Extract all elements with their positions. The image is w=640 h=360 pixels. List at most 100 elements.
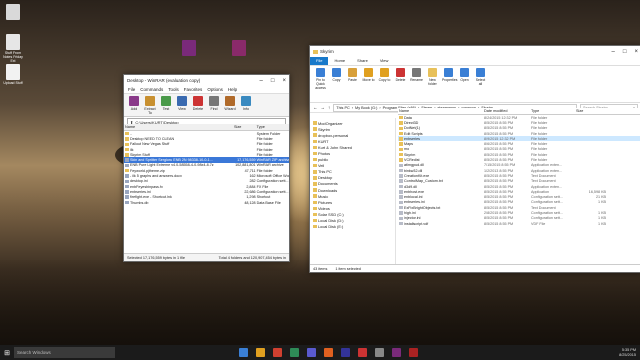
minimize-button[interactable]: –: [612, 49, 615, 55]
start-button[interactable]: ⊞: [0, 345, 14, 360]
toolbar-button[interactable]: Delete: [191, 95, 205, 115]
menu-item[interactable]: Commands: [140, 87, 163, 92]
ribbon-button[interactable]: Select all: [474, 68, 487, 100]
taskbar-app-icon[interactable]: [341, 348, 350, 357]
desktop-icon[interactable]: [178, 40, 200, 57]
table-row[interactable]: Fallout New Vegas Stuff File folder: [124, 142, 289, 147]
table-row[interactable]: enblocal.ini 8/5/2015 8:55 PM Configuratio…: [398, 194, 640, 199]
forward-icon[interactable]: →: [321, 105, 326, 110]
winrar-column-header: Name Size Type: [124, 124, 289, 131]
ribbon-button[interactable]: Paste: [346, 68, 359, 100]
ribbon-button[interactable]: Copy to: [378, 68, 391, 100]
ribbon-button[interactable]: Copy: [330, 68, 343, 100]
ribbon-tab[interactable]: View: [374, 57, 395, 65]
winrar-window[interactable]: Desktop - WinRAR (evaluation copy) – □ ×…: [123, 74, 290, 262]
taskbar-app-icon[interactable]: [392, 348, 401, 357]
menu-item[interactable]: Options: [207, 87, 223, 92]
explorer-window[interactable]: Skyrim – □ × File Home Share View Pin to Qu…: [309, 45, 640, 273]
toolbar-button[interactable]: Info: [239, 95, 253, 115]
taskbar-app-icon[interactable]: [409, 348, 418, 357]
column-type[interactable]: Type: [256, 125, 289, 129]
ribbon-button[interactable]: Pin to Quick access: [314, 68, 327, 100]
table-row[interactable]: injector.ini 8/5/2015 8:55 PM Configuratio…: [398, 216, 640, 221]
row-type: WinRAR archive: [256, 163, 284, 168]
ribbon-button[interactable]: Open: [458, 68, 471, 100]
column-size[interactable]: Size: [233, 125, 256, 129]
table-row[interactable]: Skin and Spritter Sergioru ENB 2N 98338-…: [124, 157, 289, 163]
taskbar-app-icon[interactable]: [375, 348, 384, 357]
row-type: FX File: [256, 184, 269, 189]
menu-item[interactable]: Help: [228, 87, 237, 92]
ribbon-tab[interactable]: Home: [328, 57, 351, 65]
clock[interactable]: 5:35 PM 8/25/2015: [619, 348, 636, 357]
navigation-pane[interactable]: ModOrganizer Skyrim dropbox-personal KURT Ku…: [310, 118, 396, 265]
desktop-icon[interactable]: [2, 4, 24, 21]
column-type[interactable]: Type: [530, 109, 575, 113]
table-row[interactable]: firefight.exe - Shortcut.lnk 1,298 Shortcu…: [124, 195, 289, 200]
table-row[interactable]: enbhost.exe 8/5/2015 8:55 PM Application 16…: [398, 189, 640, 194]
taskbar-app-icon[interactable]: [358, 348, 367, 357]
table-row[interactable]: installscript.vdf 8/5/2015 8:55 PM VDF Fil…: [398, 221, 640, 226]
explorer-titlebar[interactable]: Skyrim – □ ×: [310, 46, 640, 57]
taskbar-app-icon[interactable]: [239, 348, 248, 357]
column-name[interactable]: Name: [124, 125, 233, 129]
taskbar-search[interactable]: Search Windows: [14, 347, 115, 358]
table-row[interactable]: enbseries.ini 22,686 Configuration sett...: [124, 189, 289, 194]
table-row[interactable]: Feyworld.pjtheme.zip 47,711 File folder: [124, 168, 289, 173]
explorer-file-list[interactable]: Name Date modified Type Size Data 8/24/20…: [398, 108, 640, 265]
menu-item[interactable]: File: [128, 87, 135, 92]
up-icon[interactable]: ↑: [328, 105, 330, 110]
table-row[interactable]: high.ini 2/8/2015 8:55 PM Configuration se…: [398, 210, 640, 215]
toolbar-button[interactable]: Extract To: [143, 95, 157, 115]
ribbon-tab[interactable]: Share: [351, 57, 374, 65]
table-row[interactable]: - ilk 5 graphs and answers.docx 162 Micros…: [124, 173, 289, 178]
ribbon-tab[interactable]: File: [310, 57, 329, 65]
ribbon-button[interactable]: Properties: [442, 68, 457, 100]
taskbar-app-icon[interactable]: [273, 348, 282, 357]
ribbon-button[interactable]: Move to: [362, 68, 375, 100]
row-size: 1,298: [246, 195, 256, 200]
ribbon-button[interactable]: Delete: [394, 68, 407, 100]
taskbar-app-icon[interactable]: [324, 348, 333, 357]
close-button[interactable]: ×: [634, 49, 638, 55]
table-row[interactable]: .. System Folder: [124, 131, 289, 136]
taskbar-app-icon[interactable]: [290, 348, 299, 357]
toolbar-button[interactable]: Add: [127, 95, 141, 115]
nav-item[interactable]: Local Disk (E:): [310, 224, 395, 230]
table-row[interactable]: enbseries.ini 8/5/2015 8:55 PM Configurati…: [398, 200, 640, 205]
maximize-button[interactable]: □: [271, 78, 275, 84]
back-icon[interactable]: ←: [313, 105, 318, 110]
desktop-icon[interactable]: Stuff From Notes Friday Ext: [2, 34, 24, 63]
table-row[interactable]: enbFeyesbinpass.fx 2,884 FX File: [124, 184, 289, 189]
table-row[interactable]: Desktop NEED TO CLEAN File folder: [124, 136, 289, 141]
desktop-icon[interactable]: Upload Stuff: [2, 64, 24, 85]
chevron-right-icon: ›: [379, 105, 381, 110]
taskbar-app-icon[interactable]: [307, 348, 316, 357]
table-row[interactable]: Skyrim Stuff File folder: [124, 152, 289, 157]
table-row[interactable]: Thumbs.db 48,128 Data Base File: [124, 200, 289, 205]
taskbar-app-icon[interactable]: [256, 348, 265, 357]
minimize-button[interactable]: –: [260, 78, 263, 84]
menu-item[interactable]: Tools: [168, 87, 179, 92]
desktop-icon[interactable]: [228, 40, 250, 57]
toolbar-button[interactable]: Test: [159, 95, 173, 115]
winrar-file-list[interactable]: Name Size Type .. System Folder Desktop NE…: [124, 124, 289, 254]
ribbon-button[interactable]: New folder: [426, 68, 439, 100]
column-name[interactable]: Name: [398, 109, 483, 113]
table-row[interactable]: ENB Pure Light Extreme v4.0-58558-4-0-98…: [124, 163, 289, 168]
breadcrumb-item[interactable]: My Book (G:): [355, 106, 377, 110]
row-type: Application: [531, 189, 550, 194]
ribbon-button[interactable]: Rename: [410, 68, 423, 100]
toolbar-button[interactable]: Find: [207, 95, 221, 115]
close-button[interactable]: ×: [282, 78, 286, 84]
table-row[interactable]: desktop.ini 282 Configuration sett...: [124, 179, 289, 184]
column-size[interactable]: Size: [575, 109, 606, 113]
toolbar-button[interactable]: Wizard: [223, 95, 237, 115]
menu-item[interactable]: Favorites: [184, 87, 203, 92]
winrar-titlebar[interactable]: Desktop - WinRAR (evaluation copy) – □ ×: [124, 75, 289, 86]
column-date[interactable]: Date modified: [483, 109, 530, 113]
table-row[interactable]: ilk File folder: [124, 147, 289, 152]
toolbar-button[interactable]: View: [175, 95, 189, 115]
maximize-button[interactable]: □: [623, 49, 627, 55]
breadcrumb-item[interactable]: This PC: [336, 106, 350, 110]
